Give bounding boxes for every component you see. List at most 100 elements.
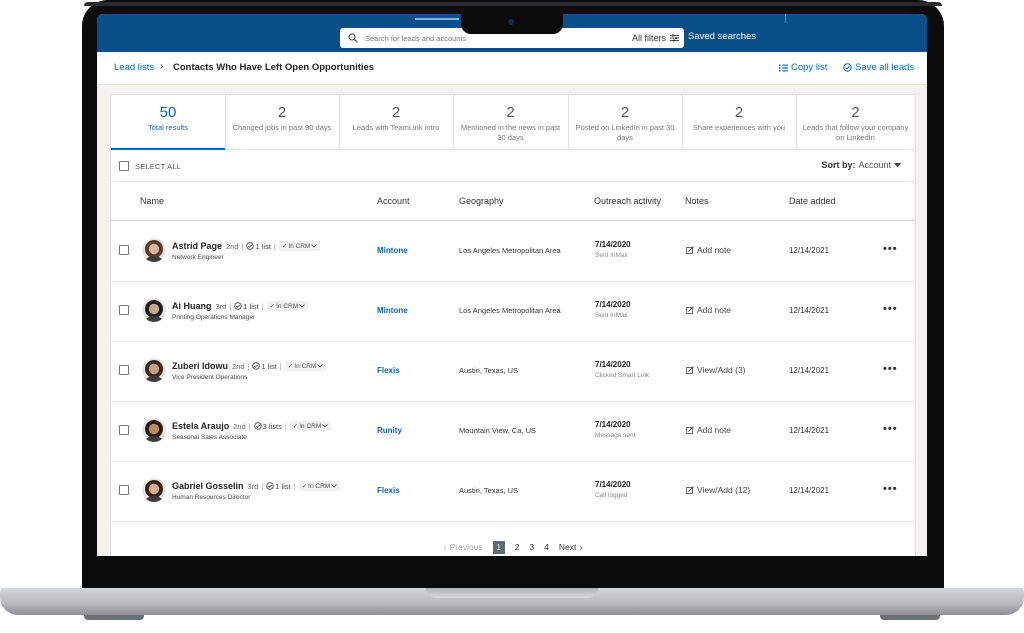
row-checkbox[interactable] [119,485,129,495]
divider: | [279,361,282,371]
lists-label: 1 list [275,481,291,491]
check-icon: ✓ [301,483,308,490]
column-header-geography[interactable]: Geography [459,196,504,206]
more-icon[interactable]: ••• [883,303,898,315]
column-header-notes[interactable]: Notes [685,196,709,206]
outreach-date: 7/14/2020 [595,480,631,489]
row-checkbox[interactable] [119,365,129,375]
more-icon[interactable]: ••• [883,483,898,495]
stat-value: 2 [506,104,515,121]
stat-total-results[interactable]: 50 Total results [111,95,226,150]
avatar[interactable] [142,478,166,502]
edit-note-icon [686,486,694,494]
row-checkbox[interactable] [119,245,129,255]
note-button[interactable]: Add note [686,305,731,315]
lead-job-title: Network Engineer [172,254,224,261]
avatar[interactable] [142,358,166,382]
table-row: Astrid Page 2nd | 1 list | ✓ In CRM Network Eng… [111,221,915,282]
avatar[interactable] [142,418,166,442]
row-checkbox[interactable] [119,305,129,315]
lead-name-link[interactable]: Gabriel Gosselin [172,481,244,491]
crm-label: In CRM [308,482,331,490]
sort-dropdown[interactable]: Sort by: Account [821,160,901,170]
stat-share-experiences[interactable]: 2 Share experiences with you [682,95,797,149]
check-icon: ✓ [292,423,299,430]
table-header: Name Account Geography Outreach activity… [111,182,915,221]
save-all-leads-button[interactable]: Save all leads [843,62,914,73]
note-button[interactable]: View/Add (12) [686,485,750,495]
stat-value: 2 [391,104,401,121]
lead-name-line: Estela Araujo 2nd | 3 lists | ✓ In CRM [172,421,332,431]
column-header-name[interactable]: Name [140,196,164,206]
note-button[interactable]: Add note [686,425,731,435]
lead-name-link[interactable]: Estela Araujo [172,421,229,431]
row-checkbox[interactable] [119,425,129,435]
account-link[interactable]: Mintone [377,306,408,315]
stat-changed-jobs[interactable]: 2 Changed jobs in past 90 days [225,95,340,149]
copy-list-button[interactable]: Copy list [779,62,827,73]
sort-label: Sort by: [821,160,856,170]
note-button[interactable]: View/Add (3) [686,365,746,375]
geography: Austin, Texas, US [459,486,519,495]
outreach-activity: Message sent [595,432,636,439]
saved-lists-count[interactable]: 1 list [234,302,259,311]
crm-status-badge[interactable]: ✓ In CRM [284,361,327,371]
saved-lists-count[interactable]: 1 list [246,242,271,251]
all-filters-button[interactable]: All filters [632,33,679,43]
date-added: 12/14/2021 [789,486,830,495]
stat-posted-on-linkedin[interactable]: 2 Posted on LinkedIn in past 30 days [568,95,683,149]
crm-status-badge[interactable]: ✓ In CRM [298,481,341,491]
crm-status-badge[interactable]: ✓ In CRM [289,421,332,431]
divider: | [229,301,232,311]
divider: | [248,421,251,431]
lead-name-link[interactable]: Zuberi Idowu [172,361,228,371]
column-header-outreach-activity[interactable]: Outreach activity [594,196,661,206]
stat-mentioned-in-news[interactable]: 2 Mentioned in the news in past 30 days [453,95,569,149]
date-added: 12/14/2021 [789,366,830,375]
page-button[interactable]: 3 [529,542,534,552]
previous-label: Previous [449,542,483,552]
stat-teamlink-intro[interactable]: 2 Leads with TeamLink intro [339,95,454,149]
page-button-current[interactable]: 1 [492,540,505,554]
divider: | [261,481,264,491]
saved-searches-link[interactable]: Saved searches [688,31,756,42]
select-all-checkbox[interactable] [119,161,129,171]
page-button[interactable]: 2 [515,542,520,552]
page-button[interactable]: 4 [544,542,549,552]
saved-lists-count[interactable]: 3 lists [253,422,282,431]
chevron-down-icon [299,304,305,308]
lead-name-link[interactable]: Astrid Page [172,241,222,251]
camera-notch [461,13,563,34]
previous-page-button[interactable]: ‹ Previous [444,542,483,552]
more-icon[interactable]: ••• [883,243,898,255]
column-header-date-added[interactable]: Date added [789,196,836,206]
crm-status-badge[interactable]: ✓ In CRM [266,301,309,311]
crm-status-badge[interactable]: ✓ In CRM [278,241,321,251]
avatar[interactable] [142,298,166,322]
check-circle-icon [266,482,275,490]
lead-job-title: Human Resources Director [172,494,251,501]
more-icon[interactable]: ••• [883,423,898,435]
outreach-activity: Sent InMail [595,312,628,319]
check-circle-icon [843,63,852,72]
divider: | [261,301,264,311]
nav-active-indicator [415,18,459,20]
next-page-button[interactable]: Next › [559,542,582,552]
note-button[interactable]: Add note [686,245,731,255]
account-link[interactable]: Flexis [377,366,400,375]
stat-follow-company[interactable]: 2 Leads that follow your company on Link… [796,95,915,149]
lead-list-card: 50 Total results 2 Changed jobs in past … [110,94,916,556]
account-link[interactable]: Flexis [377,486,400,495]
connection-degree: 2nd [232,361,245,371]
column-header-account[interactable]: Account [377,196,410,206]
saved-lists-count[interactable]: 1 list [252,362,277,371]
saved-lists-count[interactable]: 1 list [266,481,291,491]
avatar[interactable] [142,238,166,262]
lead-job-title: Seasonal Sales Associate [172,434,247,441]
breadcrumb-lead-lists-link[interactable]: Lead lists [114,62,154,73]
laptop-chin [82,556,944,588]
more-icon[interactable]: ••• [883,363,898,375]
lead-name-link[interactable]: Ai Huang [172,301,212,311]
account-link[interactable]: Runity [377,426,402,435]
account-link[interactable]: Mintone [377,246,408,255]
